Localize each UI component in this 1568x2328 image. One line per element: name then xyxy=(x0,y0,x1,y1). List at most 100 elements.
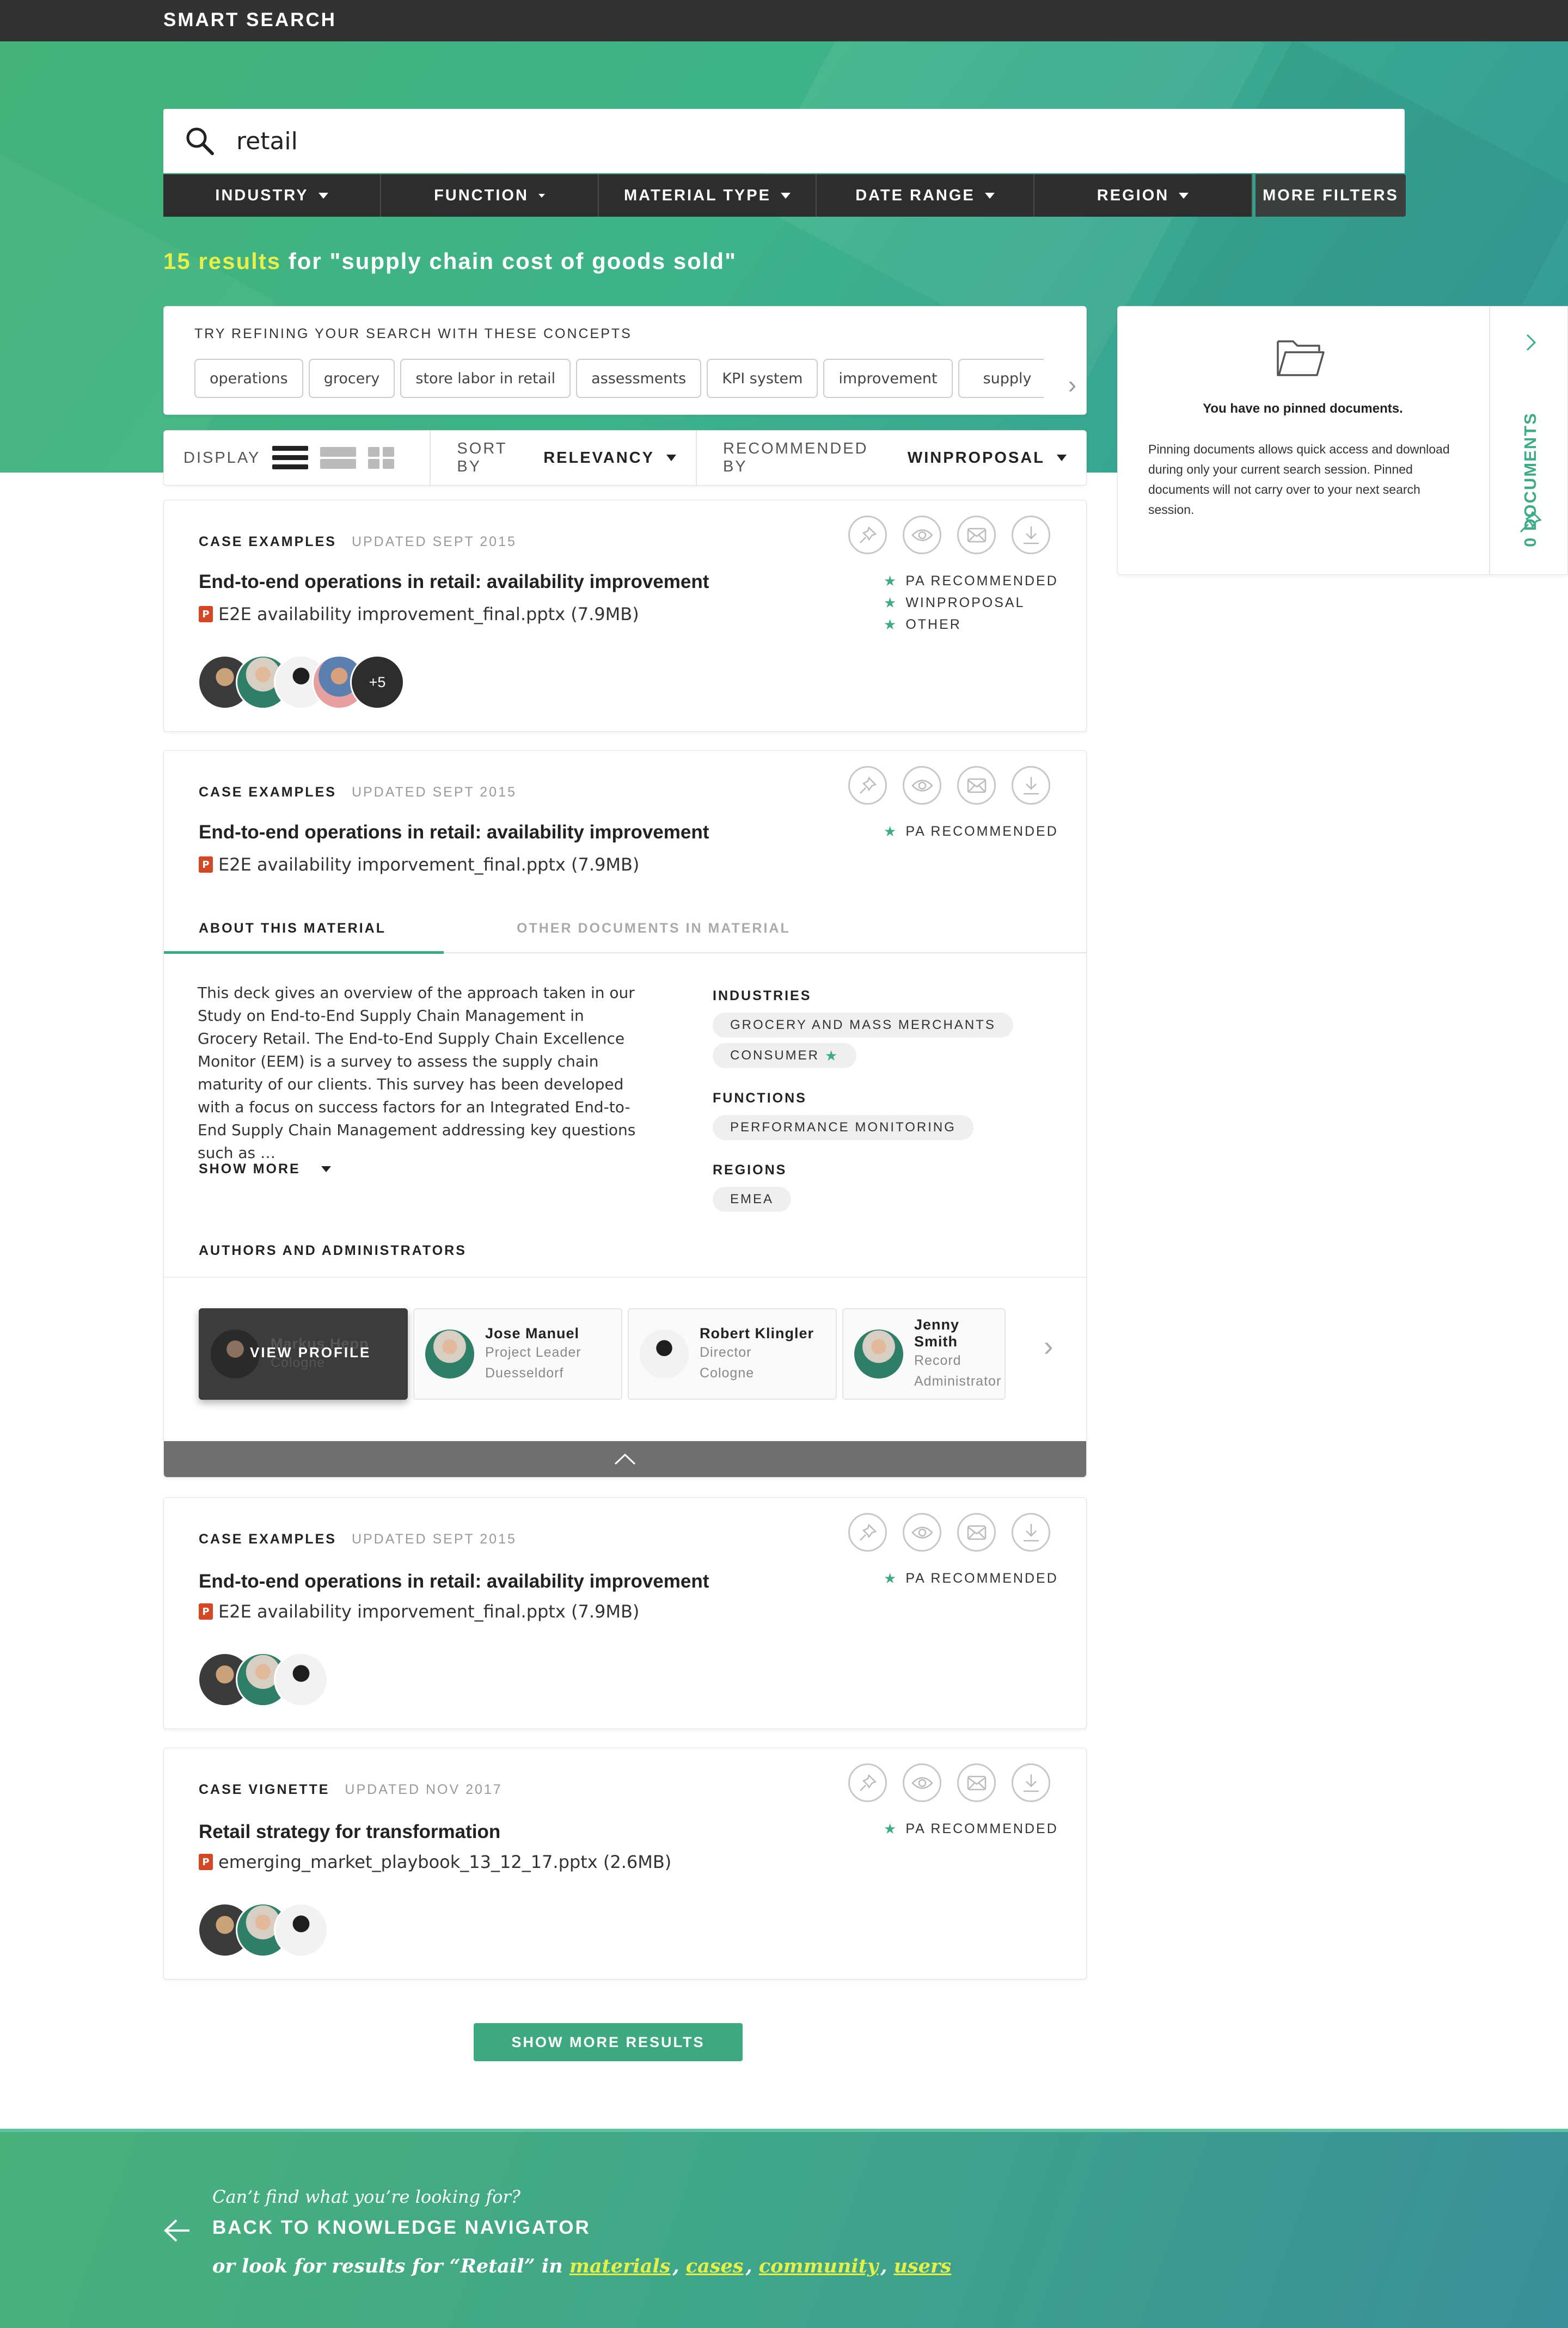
concept-chip[interactable]: store labor in retail xyxy=(400,359,571,398)
eye-icon xyxy=(911,779,933,792)
industries-section: INDUSTRIES GROCERY AND MASS MERCHANTS CO… xyxy=(713,988,1019,1074)
powerpoint-icon: P xyxy=(199,606,213,622)
card-view-icon[interactable] xyxy=(320,446,357,470)
tab-about[interactable]: ABOUT THIS MATERIAL xyxy=(199,921,386,936)
chevron-right-icon[interactable]: › xyxy=(1044,1330,1053,1363)
updated-date: UPDATED SEPT 2015 xyxy=(351,1531,517,1547)
preview-button[interactable] xyxy=(903,1763,941,1802)
view-profile-button[interactable]: VIEW PROFILE xyxy=(250,1344,371,1361)
avatar[interactable] xyxy=(274,1903,328,1957)
footer-prompt: Can’t find what you’re looking for? xyxy=(212,2186,520,2207)
pinned-documents-panel: You have no pinned documents. Pinning do… xyxy=(1117,306,1568,575)
person-name: Jenny Smith xyxy=(914,1316,960,1350)
email-button[interactable] xyxy=(957,1513,996,1552)
concept-chip[interactable]: assessments xyxy=(576,359,702,398)
result-title[interactable]: End-to-end operations in retail: availab… xyxy=(199,822,709,843)
region-tag[interactable]: EMEA xyxy=(713,1187,792,1212)
result-title[interactable]: End-to-end operations in retail: availab… xyxy=(199,1571,709,1592)
tag-label: CONSUMER xyxy=(730,1048,820,1063)
concept-chip[interactable]: operations xyxy=(194,359,303,398)
preview-button[interactable] xyxy=(903,766,941,805)
industry-tag[interactable]: CONSUMER ★ xyxy=(713,1043,857,1068)
pin-button[interactable] xyxy=(848,1513,887,1552)
filter-date-range[interactable]: DATE RANGE xyxy=(817,174,1034,217)
download-button[interactable] xyxy=(1012,766,1050,805)
footer-alternatives: or look for results for “Retail” in mate… xyxy=(212,2255,953,2277)
search-input[interactable] xyxy=(236,122,1216,160)
show-more-results-button[interactable]: SHOW MORE RESULTS xyxy=(474,2023,743,2061)
tag-label: EMEA xyxy=(730,1192,774,1206)
link-materials[interactable]: materials xyxy=(569,2255,671,2277)
filter-region[interactable]: REGION xyxy=(1034,174,1252,217)
pinned-empty-title: You have no pinned documents. xyxy=(1203,401,1403,416)
arrow-left-icon[interactable] xyxy=(163,2218,191,2243)
avatar[interactable] xyxy=(274,1652,328,1707)
chevron-right-icon[interactable] xyxy=(1524,332,1538,353)
filter-industry[interactable]: INDUSTRY xyxy=(163,174,381,217)
email-button[interactable] xyxy=(957,766,996,805)
person-card[interactable]: Markus Hepp Cologne VIEW PROFILE xyxy=(199,1308,408,1400)
grid-view-icon[interactable] xyxy=(368,446,395,470)
link-community[interactable]: community xyxy=(759,2255,878,2277)
download-button[interactable] xyxy=(1012,1513,1050,1552)
result-file[interactable]: P E2E availability improvement_final.pptx… xyxy=(199,604,639,624)
divider xyxy=(1489,307,1490,575)
recommended-dropdown[interactable]: RECOMMENDED BY WINPROPOSAL xyxy=(697,431,1086,485)
chevron-right-icon[interactable]: › xyxy=(1068,370,1076,399)
result-card[interactable]: CASE EXAMPLES UPDATED SEPT 2015 End-to-en… xyxy=(163,500,1087,732)
recommendation-label: PA RECOMMENDED xyxy=(905,823,1058,839)
pin-icon xyxy=(1520,511,1542,533)
more-authors-badge[interactable]: +5 xyxy=(350,655,405,709)
search-icon[interactable] xyxy=(184,125,216,157)
result-card[interactable]: CASE VIGNETTE UPDATED NOV 2017 Retail str… xyxy=(163,1748,1087,1980)
result-file[interactable]: P E2E availability imporvement_final.pptx… xyxy=(199,854,639,875)
filter-function[interactable]: FUNCTION xyxy=(381,174,599,217)
documents-count[interactable]: 0 DOCUMENTS xyxy=(1521,372,1545,568)
person-card[interactable]: Jenny Smith Record Administrator xyxy=(842,1308,1006,1400)
preview-button[interactable] xyxy=(903,1513,941,1552)
result-title[interactable]: End-to-end operations in retail: availab… xyxy=(199,571,709,593)
pin-icon xyxy=(859,1523,877,1541)
result-card-expanded[interactable]: CASE EXAMPLES UPDATED SEPT 2015 End-to-en… xyxy=(163,750,1087,1478)
app-title: SMART SEARCH xyxy=(163,9,336,30)
tab-other-documents[interactable]: OTHER DOCUMENTS IN MATERIAL xyxy=(517,921,791,936)
result-file[interactable]: Pemerging_market_playbook_13_12_17.pptx … xyxy=(199,1852,671,1872)
link-users[interactable]: users xyxy=(894,2255,952,2277)
result-file[interactable]: P E2E availability imporvement_final.pptx… xyxy=(199,1601,639,1622)
concept-chip[interactable]: grocery xyxy=(308,359,395,398)
mail-icon xyxy=(967,1525,986,1540)
result-title[interactable]: Retail strategy for transformation xyxy=(199,1821,500,1843)
concept-chip[interactable]: improvement xyxy=(823,359,953,398)
list-view-icon[interactable] xyxy=(272,446,309,470)
concept-chip[interactable]: supply xyxy=(958,359,1044,398)
download-button[interactable] xyxy=(1012,516,1050,554)
tag-label: PERFORMANCE MONITORING xyxy=(730,1120,956,1135)
email-button[interactable] xyxy=(957,1763,996,1802)
pin-button[interactable] xyxy=(848,1763,887,1802)
caret-down-icon xyxy=(538,193,545,198)
back-to-navigator-link[interactable]: BACK TO KNOWLEDGE NAVIGATOR xyxy=(212,2217,591,2239)
preview-button[interactable] xyxy=(903,516,941,554)
download-icon xyxy=(1023,776,1039,794)
filter-material-type[interactable]: MATERIAL TYPE xyxy=(599,174,817,217)
star-icon: ★ xyxy=(884,572,898,589)
email-button[interactable] xyxy=(957,516,996,554)
show-more-button[interactable]: SHOW MORE xyxy=(199,1161,331,1177)
industry-tag[interactable]: GROCERY AND MASS MERCHANTS xyxy=(713,1013,1013,1038)
link-cases[interactable]: cases xyxy=(686,2255,744,2277)
concept-chip[interactable]: KPI system xyxy=(707,359,818,398)
more-filters-button[interactable]: MORE FILTERS xyxy=(1255,174,1406,217)
collapse-button[interactable] xyxy=(164,1441,1086,1477)
pin-button[interactable] xyxy=(848,516,887,554)
person-name: Jose Manuel xyxy=(485,1325,580,1341)
download-button[interactable] xyxy=(1012,1763,1050,1802)
result-card[interactable]: CASE EXAMPLES UPDATED SEPT 2015 End-to-en… xyxy=(163,1497,1087,1729)
refine-label: TRY REFINING YOUR SEARCH WITH THESE CONC… xyxy=(194,326,632,341)
person-card[interactable]: Robert Klingler Director Cologne xyxy=(628,1308,837,1400)
person-card[interactable]: Jose Manuel Project Leader Duesseldorf xyxy=(413,1308,622,1400)
function-tag[interactable]: PERFORMANCE MONITORING xyxy=(713,1115,973,1140)
author-avatars: +5 xyxy=(198,655,405,709)
pin-button[interactable] xyxy=(848,766,887,805)
sort-dropdown[interactable]: SORT BY RELEVANCY xyxy=(431,431,697,485)
filter-label: FUNCTION xyxy=(434,186,529,204)
